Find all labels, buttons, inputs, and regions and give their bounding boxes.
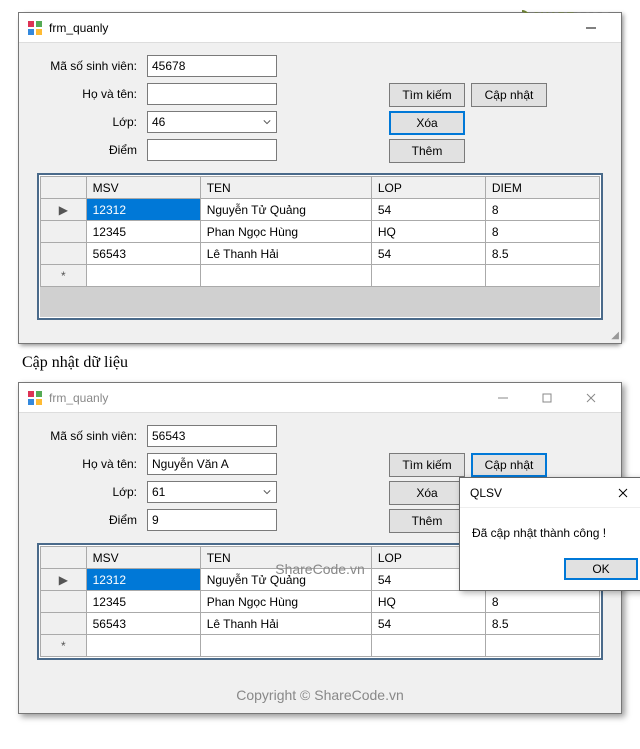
table-row[interactable]: 56543Lê Thanh Hải548.5 <box>41 613 600 635</box>
label-diem: Điểm <box>37 143 137 157</box>
table-row[interactable]: 12345Phan Ngọc HùngHQ8 <box>41 221 600 243</box>
search-button[interactable]: Tìm kiếm <box>389 83 465 107</box>
window-title: frm_quanly <box>49 21 108 35</box>
label-msv: Mã số sinh viên: <box>37 59 137 73</box>
label-lop: Lớp: <box>37 485 137 499</box>
col-ten[interactable]: TEN <box>200 547 371 569</box>
window-frm-quanly-2: frm_quanly Mã số sinh viên: Họ và tên: L… <box>18 382 622 714</box>
lop-select[interactable]: 61 <box>147 481 277 503</box>
close-button[interactable] <box>569 384 613 412</box>
titlebar: frm_quanly <box>19 383 621 413</box>
dialog-title: QLSV <box>470 486 502 500</box>
label-lop: Lớp: <box>37 115 137 129</box>
label-diem: Điểm <box>37 513 137 527</box>
app-icon <box>27 390 43 406</box>
update-button[interactable]: Cập nhật <box>471 83 547 107</box>
diem-input[interactable] <box>147 509 277 531</box>
table-row[interactable]: 12345Phan Ngọc HùngHQ8 <box>41 591 600 613</box>
col-diem[interactable]: DIEM <box>485 177 599 199</box>
lop-select[interactable]: 46 <box>147 111 277 133</box>
delete-button[interactable]: Xóa <box>389 481 465 505</box>
msv-input[interactable] <box>147 425 277 447</box>
table-row[interactable]: ▶12312Nguyễn Tử Quảng548 <box>41 199 600 221</box>
diem-input[interactable] <box>147 139 277 161</box>
col-msv[interactable]: MSV <box>86 177 200 199</box>
chevron-down-icon[interactable] <box>258 482 276 502</box>
grid-header-row: MSV TEN LOP DIEM <box>41 177 600 199</box>
window-frm-quanly-1: SHARECODE frm_quanly Mã số sinh viên: Họ… <box>18 12 622 344</box>
update-button[interactable]: Cập nhật <box>471 453 547 477</box>
message-dialog: QLSV Đã cập nhật thành công ! OK <box>459 477 640 591</box>
label-ten: Họ và tên: <box>37 457 137 471</box>
add-button[interactable]: Thêm <box>389 509 465 533</box>
table-row-new[interactable]: * <box>41 265 600 287</box>
table-row[interactable]: 56543Lê Thanh Hải548.5 <box>41 243 600 265</box>
titlebar: frm_quanly <box>19 13 621 43</box>
dialog-close-button[interactable] <box>608 478 638 508</box>
ten-input[interactable] <box>147 83 277 105</box>
minimize-button[interactable] <box>481 384 525 412</box>
label-msv: Mã số sinh viên: <box>37 429 137 443</box>
search-button[interactable]: Tìm kiếm <box>389 453 465 477</box>
data-grid[interactable]: MSV TEN LOP DIEM ▶12312Nguyễn Tử Quảng54… <box>37 173 603 320</box>
dialog-message: Đã cập nhật thành công ! <box>460 508 640 548</box>
app-icon <box>27 20 43 36</box>
msv-input[interactable] <box>147 55 277 77</box>
ten-input[interactable] <box>147 453 277 475</box>
col-msv[interactable]: MSV <box>86 547 200 569</box>
window-title: frm_quanly <box>49 391 108 405</box>
col-ten[interactable]: TEN <box>200 177 371 199</box>
chevron-down-icon[interactable] <box>258 112 276 132</box>
col-lop[interactable]: LOP <box>371 177 485 199</box>
copyright-text: Copyright © ShareCode.vn <box>19 687 621 703</box>
section-caption: Cập nhật dữ liệu <box>22 354 618 372</box>
table-row-new[interactable]: * <box>41 635 600 657</box>
resize-grip-icon[interactable]: ◢ <box>611 330 619 341</box>
maximize-button[interactable] <box>525 384 569 412</box>
add-button[interactable]: Thêm <box>389 139 465 163</box>
minimize-button[interactable] <box>569 14 613 42</box>
delete-button[interactable]: Xóa <box>389 111 465 135</box>
label-ten: Họ và tên: <box>37 87 137 101</box>
dialog-ok-button[interactable]: OK <box>564 558 638 580</box>
